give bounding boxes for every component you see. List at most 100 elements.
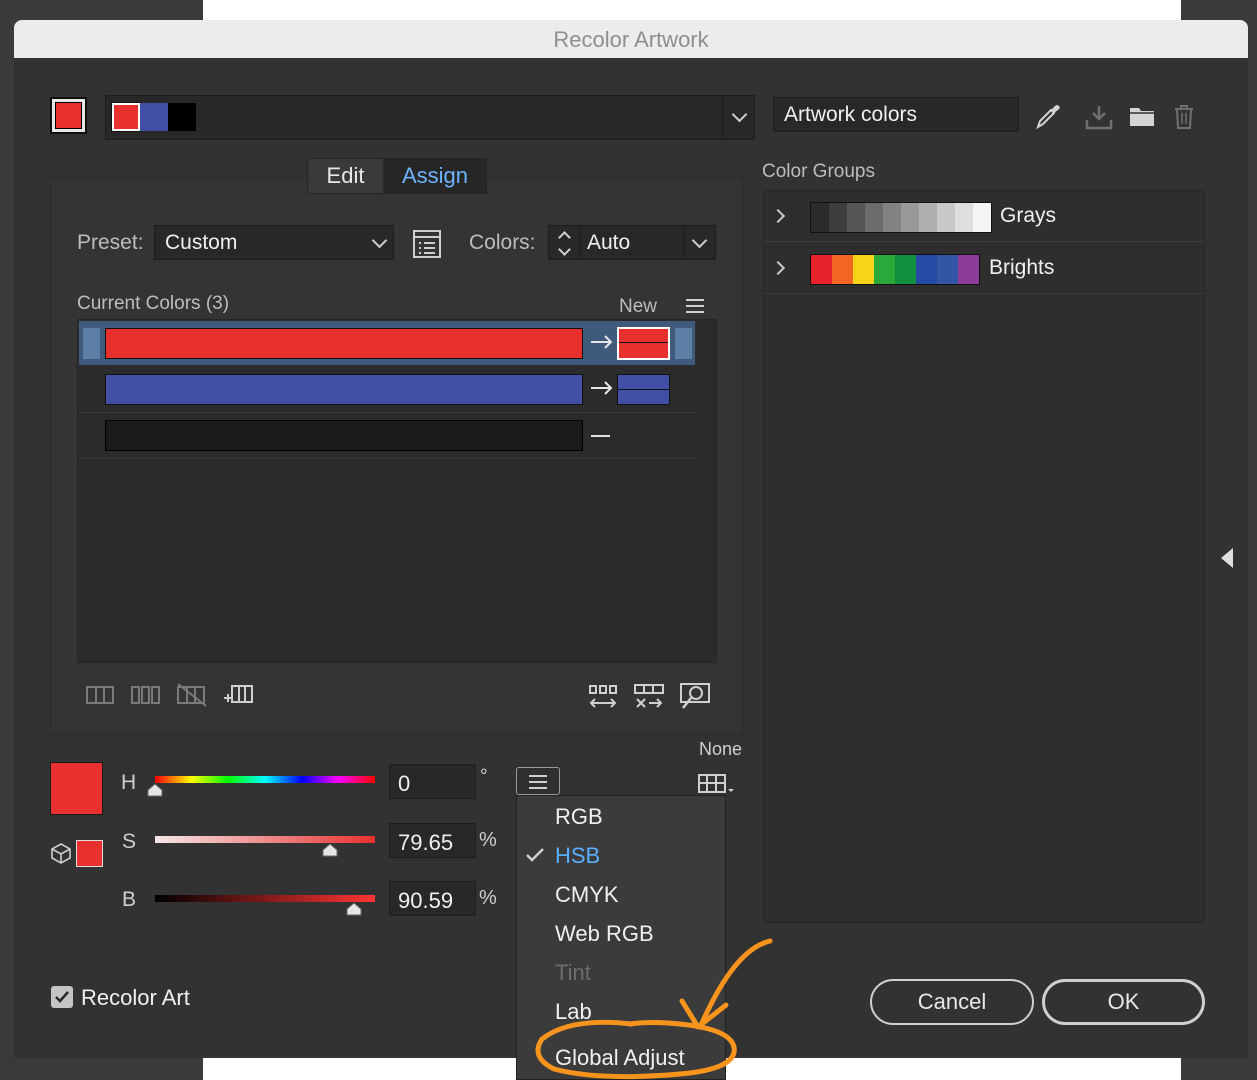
group-swatch xyxy=(958,255,979,284)
hue-slider-track[interactable] xyxy=(155,776,375,783)
color-source-field[interactable]: Artwork colors xyxy=(773,97,1019,132)
color-group-brights[interactable]: Brights xyxy=(764,242,1204,294)
menu-item-rgb[interactable]: RGB xyxy=(517,796,725,835)
out-of-gamut-cube-icon[interactable] xyxy=(50,842,72,864)
slider-thumb[interactable] xyxy=(322,843,338,857)
colors-chevron-icon[interactable] xyxy=(691,232,708,249)
saturation-value-field[interactable]: 79.65 xyxy=(389,823,476,858)
new-color-swatch[interactable] xyxy=(617,327,670,360)
group-swatch xyxy=(895,255,916,284)
saturation-slider-track[interactable] xyxy=(155,836,375,843)
collapse-panel-arrow-icon[interactable] xyxy=(1221,548,1233,568)
color-library-icon[interactable] xyxy=(697,772,735,796)
color-list-menu-icon[interactable] xyxy=(686,299,704,301)
slider-thumb[interactable] xyxy=(147,783,163,797)
saturation-value: 79.65 xyxy=(398,830,454,855)
menu-item-cmyk[interactable]: CMYK xyxy=(517,874,725,913)
ok-button[interactable]: OK xyxy=(1042,979,1205,1025)
row-divider xyxy=(79,458,695,459)
preset-value: Custom xyxy=(165,231,238,254)
preset-chevron-icon xyxy=(371,232,388,249)
group-swatch xyxy=(853,255,874,284)
grays-swatch-strip xyxy=(810,202,992,233)
group-swatch xyxy=(832,255,853,284)
gamut-color-swatch[interactable] xyxy=(76,840,103,867)
merge-colors-icon[interactable] xyxy=(85,684,115,706)
color-groups-panel xyxy=(763,190,1205,923)
row-handle xyxy=(83,328,100,359)
group-swatch xyxy=(901,203,919,232)
harmony-colors-bar[interactable] xyxy=(105,95,755,140)
new-row-icon[interactable] xyxy=(222,683,254,707)
menu-item-label: RGB xyxy=(555,804,603,829)
arrow-right-icon[interactable] xyxy=(589,333,615,351)
current-artwork-color-swatch[interactable] xyxy=(50,97,87,134)
edit-assign-tabs: Edit Assign xyxy=(307,158,487,194)
arrow-right-icon[interactable] xyxy=(589,379,615,397)
tab-assign[interactable]: Assign xyxy=(384,159,486,193)
colors-stepper-down-icon[interactable] xyxy=(558,243,571,256)
h-label: H xyxy=(121,771,137,794)
group-swatch xyxy=(916,255,937,284)
current-color-bar[interactable] xyxy=(105,374,583,405)
brightness-value-field[interactable]: 90.59 xyxy=(389,881,476,916)
group-name: Brights xyxy=(989,256,1055,279)
menu-item-label: HSB xyxy=(555,843,601,868)
expand-chevron-icon[interactable] xyxy=(770,208,786,224)
none-label: None xyxy=(699,739,743,759)
checkmark-icon xyxy=(55,991,69,1003)
hue-value-field[interactable]: 0 xyxy=(389,764,476,799)
group-swatch xyxy=(829,203,847,232)
preset-label: Preset: xyxy=(77,231,144,254)
color-groups-title: Color Groups xyxy=(762,161,875,182)
exclude-colors-icon[interactable] xyxy=(176,682,208,708)
b-label: B xyxy=(122,888,137,911)
current-colors-label: Current Colors (3) xyxy=(77,293,230,314)
current-color-bar[interactable] xyxy=(105,328,583,359)
new-color-swatch[interactable] xyxy=(617,374,670,405)
colors-stepper-up-icon[interactable] xyxy=(558,231,571,244)
brights-swatch-strip xyxy=(810,254,980,285)
colors-count-field[interactable]: Auto xyxy=(548,225,716,260)
recolor-art-checkbox[interactable] xyxy=(51,986,73,1008)
tab-edit[interactable]: Edit xyxy=(308,159,383,193)
brightness-slider-track[interactable] xyxy=(155,895,375,902)
harmony-swatch[interactable] xyxy=(140,103,168,131)
color-mode-menu-button[interactable] xyxy=(516,767,560,795)
harmony-swatch[interactable] xyxy=(168,103,196,131)
eyedropper-icon[interactable] xyxy=(1034,102,1062,130)
group-swatch xyxy=(919,203,937,232)
randomly-change-color-order-icon[interactable] xyxy=(587,682,619,710)
dialog-titlebar: Recolor Artwork xyxy=(14,20,1248,58)
save-color-group-icon[interactable] xyxy=(1085,104,1113,130)
s-label: S xyxy=(122,830,137,853)
new-colors-label: New xyxy=(619,296,658,317)
menu-item-hsb[interactable]: HSB xyxy=(517,835,725,874)
dialog-title: Recolor Artwork xyxy=(553,27,709,52)
ok-button-label: OK xyxy=(1107,989,1140,1014)
expand-chevron-icon[interactable] xyxy=(770,260,786,276)
folder-icon[interactable] xyxy=(1128,104,1156,128)
no-new-color-dash xyxy=(591,435,610,437)
saturation-unit: % xyxy=(479,829,497,851)
harmony-swatch[interactable] xyxy=(111,102,141,132)
slider-thumb[interactable] xyxy=(346,902,362,916)
group-swatch xyxy=(937,203,955,232)
group-swatch xyxy=(811,203,829,232)
preset-dropdown[interactable]: Custom xyxy=(154,225,394,260)
trash-icon[interactable] xyxy=(1172,104,1196,130)
group-swatch xyxy=(847,203,865,232)
randomly-change-saturation-brightness-icon[interactable] xyxy=(633,682,665,710)
cancel-button-label: Cancel xyxy=(917,989,987,1014)
hamburger-icon xyxy=(529,775,547,777)
current-color-bar[interactable] xyxy=(105,420,583,451)
find-color-in-artwork-icon[interactable] xyxy=(679,681,711,711)
color-reduction-options-icon[interactable] xyxy=(412,229,442,259)
group-name: Grays xyxy=(1000,204,1057,227)
cancel-button[interactable]: Cancel xyxy=(870,979,1034,1025)
separate-colors-icon[interactable] xyxy=(130,684,162,706)
active-color-swatch xyxy=(50,762,103,815)
group-swatch xyxy=(874,255,895,284)
harmony-dropdown-chevron-icon[interactable] xyxy=(731,106,748,123)
color-group-grays[interactable]: Grays xyxy=(764,191,1204,242)
